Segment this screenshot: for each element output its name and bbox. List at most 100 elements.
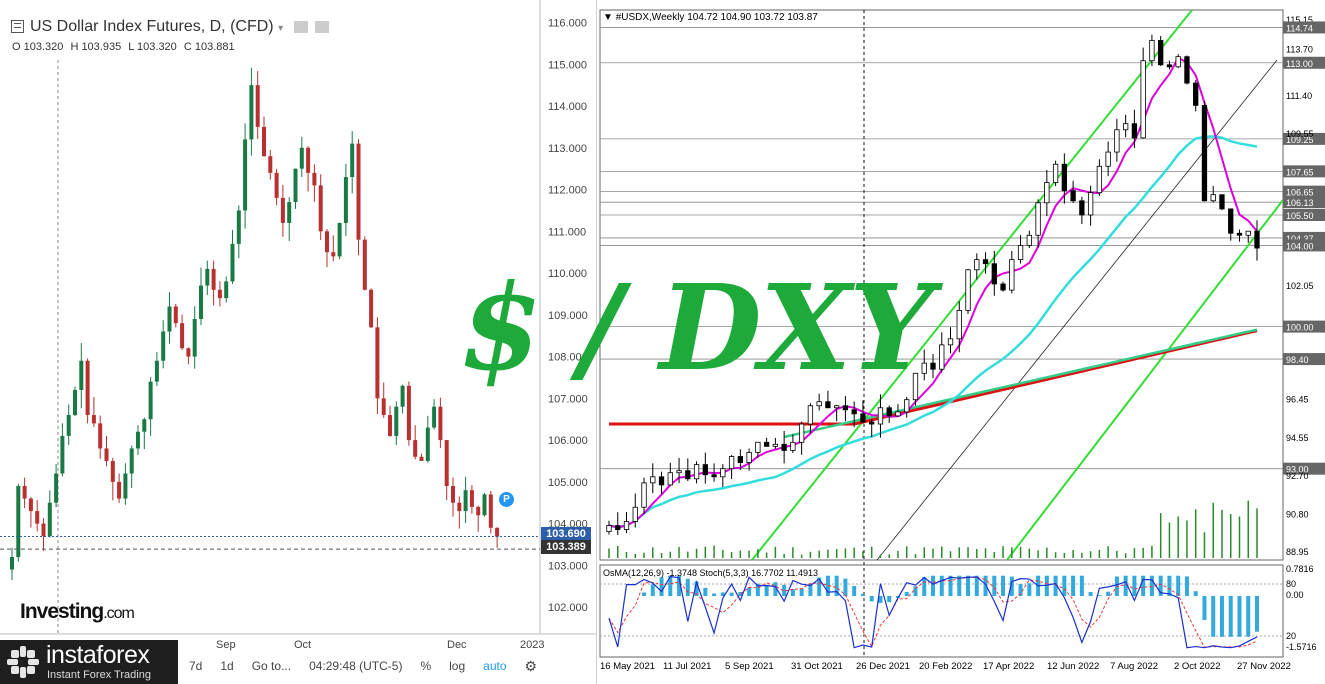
candle — [255, 85, 260, 127]
instaforex-emblem-icon — [7, 646, 39, 678]
osma-bar — [869, 596, 874, 602]
gear-icon[interactable]: ⚙ — [516, 654, 547, 678]
clock-readout: 04:29:48 (UTC-5) — [309, 659, 403, 673]
osma-bar — [1079, 575, 1084, 596]
price-tick-label: 106.13 — [1286, 198, 1314, 208]
indicator-tick-label: -1.5716 — [1286, 642, 1317, 652]
candle — [1245, 230, 1251, 236]
candle — [463, 490, 468, 512]
candle — [495, 527, 500, 537]
candle — [293, 168, 298, 203]
candle — [991, 263, 997, 285]
candle — [772, 443, 779, 447]
osma-bar — [1176, 575, 1181, 596]
price-tick-label: 105.50 — [1286, 211, 1314, 221]
symbol-menu-icon[interactable] — [11, 20, 24, 33]
chevron-down-icon[interactable]: ▾ — [278, 23, 283, 34]
candle — [965, 269, 971, 311]
high-value: H 103.935 — [70, 41, 122, 53]
date-tick-label: 27 Nov 2022 — [1237, 661, 1291, 672]
price-tick-label: 102.000 — [548, 602, 588, 614]
goto-button[interactable]: Go to... — [243, 654, 300, 678]
price-tick-label: 92.70 — [1286, 471, 1309, 481]
candle — [606, 525, 612, 532]
osma-bar — [1237, 596, 1242, 637]
osma-bar — [642, 592, 647, 596]
date-tick-label: 26 Dec 2021 — [856, 661, 910, 672]
candle — [432, 406, 437, 428]
candle — [623, 521, 630, 530]
candle — [41, 523, 46, 537]
candle — [236, 210, 241, 244]
candle — [1158, 40, 1164, 66]
ohlc-readout: O 103.320 H 103.935 L 103.320 C 103.881 — [12, 41, 239, 53]
candle — [362, 239, 367, 290]
candle — [199, 285, 203, 319]
range-7d-button[interactable]: 7d — [180, 654, 211, 678]
candle — [476, 506, 481, 516]
osma-bar — [1027, 583, 1032, 596]
candle — [851, 409, 857, 415]
price-tick-label: 115.000 — [548, 59, 587, 71]
price-tick-label: 102.05 — [1286, 281, 1314, 291]
candle — [1026, 234, 1032, 246]
candle — [388, 415, 392, 436]
candle — [1210, 194, 1216, 202]
candle — [10, 557, 14, 570]
candle — [425, 427, 430, 461]
osma-bar — [1167, 575, 1172, 596]
eye-icon[interactable] — [293, 20, 308, 33]
osma-bar — [1211, 596, 1216, 637]
candle — [1236, 232, 1243, 236]
osma-bar — [1062, 575, 1067, 596]
candle — [816, 401, 822, 407]
osma-bar — [931, 575, 935, 596]
osma-bar — [729, 592, 734, 596]
indicator-tick-label: 20 — [1286, 631, 1296, 641]
candle — [16, 486, 21, 558]
candle — [1105, 151, 1111, 167]
date-tick-label: 5 Sep 2021 — [725, 661, 774, 672]
candle — [54, 473, 59, 503]
candle — [280, 197, 285, 223]
price-tick-label: 112.000 — [548, 185, 587, 197]
chart-title[interactable]: US Dollar Index Futures, D, (CFD) ▾ — [30, 18, 329, 36]
candle — [369, 289, 374, 328]
auto-button[interactable]: auto — [474, 654, 515, 678]
gear-icon[interactable] — [315, 20, 329, 33]
osma-bar — [747, 587, 752, 596]
log-button[interactable]: log — [440, 654, 474, 678]
candle — [1009, 259, 1015, 291]
candle — [1122, 123, 1129, 131]
candle — [1149, 40, 1155, 62]
osma-bar — [1141, 575, 1146, 596]
candle — [325, 231, 329, 253]
percent-button[interactable]: % — [411, 654, 440, 678]
candle — [720, 468, 726, 478]
price-marker-badge[interactable]: P — [499, 492, 514, 507]
chevron-down-icon[interactable]: ▼ — [603, 12, 613, 23]
candle — [268, 156, 273, 173]
candle — [318, 185, 323, 232]
range-1d-button[interactable]: 1d — [211, 654, 242, 678]
price-tick-label: 100.00 — [1286, 323, 1314, 333]
candle — [117, 481, 122, 499]
osma-bar — [659, 577, 664, 596]
candle — [381, 398, 386, 416]
candle — [1254, 230, 1260, 249]
price-tick-label: 113.70 — [1286, 45, 1313, 55]
candle — [956, 309, 962, 340]
candle — [60, 435, 65, 474]
osma-bar — [948, 575, 953, 596]
candle — [110, 460, 115, 482]
candle — [904, 399, 910, 413]
candle — [728, 456, 735, 470]
osma-bar — [1184, 576, 1189, 596]
candle — [746, 452, 752, 463]
candle — [632, 506, 638, 522]
candle — [482, 494, 487, 516]
candle — [413, 440, 418, 457]
candle — [28, 498, 33, 512]
brand-text: Investing — [20, 600, 104, 623]
candle — [702, 464, 708, 476]
